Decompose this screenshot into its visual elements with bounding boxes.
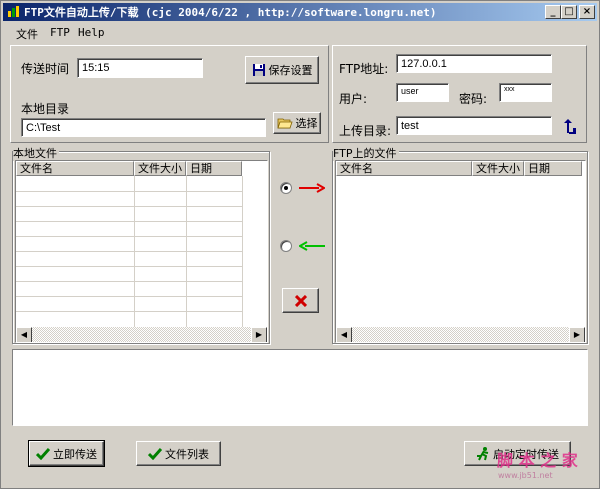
file-list-label: 文件列表 bbox=[165, 447, 209, 461]
file-list-button[interactable]: 文件列表 bbox=[136, 441, 221, 466]
browse-button[interactable]: 选择 bbox=[273, 112, 321, 134]
password-label: 密码: bbox=[459, 92, 488, 106]
app-icon bbox=[8, 6, 19, 17]
arrow-left-icon bbox=[299, 241, 325, 251]
checkmark-icon bbox=[36, 447, 50, 460]
remote-files-group: FTP上的文件 文件名 文件大小 日期 ◀ ▶ bbox=[332, 145, 588, 344]
grid-line bbox=[134, 176, 135, 329]
grid-line bbox=[16, 251, 242, 252]
save-settings-label: 保存设置 bbox=[268, 64, 313, 77]
user-input[interactable]: user bbox=[396, 83, 449, 102]
col-date[interactable]: 日期 bbox=[524, 161, 582, 176]
scroll-left-button[interactable]: ◀ bbox=[336, 327, 352, 342]
checkmark-icon bbox=[148, 447, 162, 460]
grid-line bbox=[16, 266, 242, 267]
local-files-group: 本地文件 文件名 文件大小 日期 ◀ ▶ bbox=[12, 145, 270, 344]
ftp-settings-panel: FTP地址: 127.0.0.1 用户: user 密码: xxx 上传目录: … bbox=[332, 45, 587, 143]
grid-line bbox=[16, 236, 242, 237]
up-folder-icon[interactable] bbox=[563, 119, 577, 135]
col-filesize[interactable]: 文件大小 bbox=[134, 161, 186, 176]
scroll-right-button[interactable]: ▶ bbox=[569, 327, 585, 342]
delete-x-icon bbox=[294, 294, 307, 307]
local-files-header: 文件名 文件大小 日期 bbox=[16, 161, 242, 176]
download-radio[interactable] bbox=[280, 240, 292, 252]
password-input[interactable]: xxx bbox=[499, 83, 552, 102]
minimize-button[interactable]: _ bbox=[545, 5, 561, 19]
grid-line bbox=[16, 281, 242, 282]
local-files-list[interactable]: 文件名 文件大小 日期 ◀ ▶ bbox=[15, 160, 268, 343]
send-now-label: 立即传送 bbox=[53, 447, 97, 461]
browse-label: 选择 bbox=[295, 117, 318, 130]
watermark-text: 脚 本 之 家 bbox=[497, 451, 578, 470]
grid-line bbox=[16, 206, 242, 207]
user-label: 用户: bbox=[339, 92, 368, 106]
interval-input[interactable]: 15:15 bbox=[77, 58, 203, 78]
upload-dir-label: 上传目录: bbox=[339, 124, 392, 138]
send-now-button[interactable]: 立即传送 bbox=[28, 440, 105, 467]
ftp-address-label: FTP地址: bbox=[339, 62, 389, 76]
local-files-title: 本地文件 bbox=[13, 145, 59, 161]
grid-line bbox=[16, 296, 242, 297]
main-window: FTP文件自动上传/下载 (cjc 2004/6/22 , http://sof… bbox=[0, 0, 600, 489]
remote-files-hscrollbar[interactable]: ◀ ▶ bbox=[336, 327, 585, 342]
running-person-icon bbox=[477, 446, 489, 460]
log-output-area[interactable] bbox=[12, 349, 588, 426]
remote-files-title: FTP上的文件 bbox=[333, 145, 399, 161]
col-filesize[interactable]: 文件大小 bbox=[472, 161, 524, 176]
close-button[interactable]: × bbox=[579, 5, 595, 19]
scroll-right-button[interactable]: ▶ bbox=[251, 327, 267, 342]
local-settings-panel: 传送时间 15:15 保存设置 本地目录 C:\Test 选择 bbox=[10, 45, 329, 143]
scroll-left-button[interactable]: ◀ bbox=[16, 327, 32, 342]
delete-button[interactable] bbox=[282, 288, 319, 313]
grid-line bbox=[186, 176, 187, 329]
title-bar[interactable]: FTP文件自动上传/下载 (cjc 2004/6/22 , http://sof… bbox=[3, 3, 597, 21]
remote-files-header: 文件名 文件大小 日期 bbox=[336, 161, 582, 176]
maximize-button[interactable]: □ bbox=[561, 5, 577, 19]
local-dir-input[interactable]: C:\Test bbox=[21, 118, 266, 137]
save-settings-button[interactable]: 保存设置 bbox=[245, 56, 319, 84]
grid-line bbox=[16, 221, 242, 222]
watermark-url: www.jb51.net bbox=[498, 471, 553, 480]
grid-line bbox=[16, 311, 242, 312]
ftp-address-input[interactable]: 127.0.0.1 bbox=[396, 54, 552, 73]
remote-files-list[interactable]: 文件名 文件大小 日期 ◀ ▶ bbox=[335, 160, 586, 343]
menu-help[interactable]: Help bbox=[78, 26, 105, 39]
floppy-disk-icon bbox=[252, 64, 265, 76]
col-filename[interactable]: 文件名 bbox=[336, 161, 472, 176]
grid-line bbox=[242, 176, 243, 329]
grid-line bbox=[16, 191, 242, 192]
local-files-hscrollbar[interactable]: ◀ ▶ bbox=[16, 327, 267, 342]
open-folder-icon bbox=[276, 118, 293, 129]
interval-label: 传送时间 bbox=[21, 62, 70, 76]
window-title: FTP文件自动上传/下载 (cjc 2004/6/22 , http://sof… bbox=[24, 6, 437, 19]
menu-bar: 文件 FTP Help bbox=[3, 23, 597, 41]
col-date[interactable]: 日期 bbox=[186, 161, 242, 176]
radio-dot bbox=[284, 186, 288, 190]
upload-radio[interactable] bbox=[280, 182, 292, 194]
menu-ftp[interactable]: FTP bbox=[50, 26, 70, 39]
menu-file[interactable]: 文件 bbox=[16, 26, 38, 42]
arrow-right-icon bbox=[299, 183, 325, 193]
upload-dir-input[interactable]: test bbox=[396, 116, 552, 135]
col-filename[interactable]: 文件名 bbox=[16, 161, 134, 176]
local-dir-label: 本地目录 bbox=[21, 102, 70, 116]
